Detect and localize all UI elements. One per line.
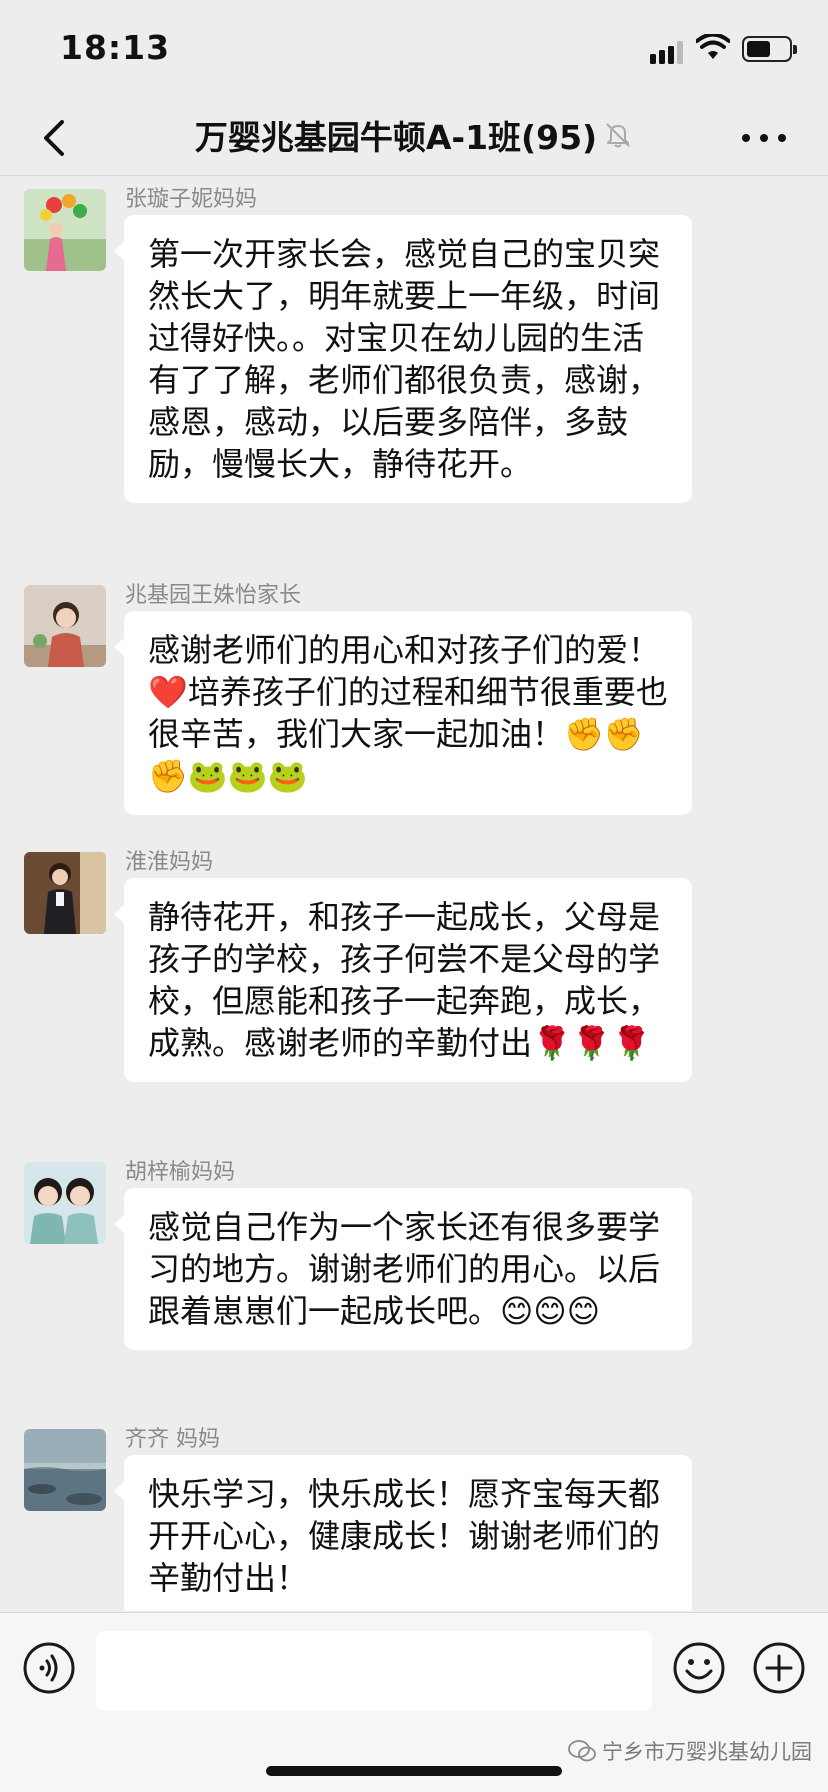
- avatar-photo-woman[interactable]: [24, 585, 106, 667]
- wifi-icon: [696, 34, 730, 59]
- message-list[interactable]: 张璇子妮妈妈 第一次开家长会，感觉自己的宝贝突然长大了，明年就要上一年级，时间过…: [0, 177, 828, 1611]
- avatar-photo-mother-daughter[interactable]: [24, 1162, 106, 1244]
- more-dots-icon[interactable]: [742, 118, 786, 158]
- message-bubble[interactable]: 感谢老师们的用心和对孩子们的爱！❤️培养孩子们的过程和细节很重要也很辛苦，我们大…: [114, 611, 692, 815]
- sender-name: 兆基园王姝怡家长: [125, 583, 302, 608]
- message-input[interactable]: [96, 1631, 652, 1711]
- home-indicator[interactable]: [266, 1766, 562, 1776]
- sender-name: 张璇子妮妈妈: [125, 187, 258, 212]
- chat-header: 万婴兆基园牛顿A-1班(95): [0, 100, 828, 176]
- battery-icon: [742, 36, 797, 62]
- chat-title-group: 万婴兆基园牛顿A-1班(95): [130, 110, 698, 160]
- voice-icon[interactable]: [22, 1641, 76, 1695]
- message-bubble[interactable]: 快乐学习，快乐成长！愿齐宝每天都开开心心，健康成长！谢谢老师们的辛勤付出！: [114, 1455, 692, 1611]
- back-arrow-icon[interactable]: [36, 114, 76, 162]
- cellular-signal-icon: [650, 41, 683, 64]
- sender-name: 齐齐 妈妈: [125, 1427, 220, 1452]
- avatar-photo-boy[interactable]: [24, 852, 106, 934]
- avatar-photo-seascape[interactable]: [24, 1429, 106, 1511]
- message-bubble[interactable]: 感觉自己作为一个家长还有很多要学习的地方。谢谢老师们的用心。以后跟着崽崽们一起成…: [114, 1188, 692, 1350]
- message-bubble[interactable]: 第一次开家长会，感觉自己的宝贝突然长大了，明年就要上一年级，时间过得好快。。对宝…: [114, 215, 692, 503]
- battery-level-fill: [747, 41, 770, 57]
- watermark-text: 宁乡市万婴兆基幼儿园: [602, 1740, 812, 1764]
- mute-bell-icon: [606, 123, 630, 148]
- message-bubble[interactable]: 静待花开，和孩子一起成长，父母是孩子的学校，孩子何尝不是父母的学校，但愿能和孩子…: [114, 878, 692, 1082]
- sender-name: 胡梓榆妈妈: [125, 1160, 236, 1185]
- watermark: 宁乡市万婴兆基幼儿园: [568, 1736, 812, 1766]
- avatar-photo-balloons[interactable]: [24, 189, 106, 271]
- chat-title: 万婴兆基园牛顿A-1班(95): [194, 118, 598, 157]
- sender-name: 淮淮妈妈: [125, 850, 214, 875]
- emoji-icon[interactable]: [672, 1641, 726, 1695]
- status-bar: 18:13: [0, 0, 828, 100]
- status-time: 18:13: [60, 28, 171, 67]
- wechat-official-account-icon: [568, 1740, 596, 1762]
- plus-icon[interactable]: [752, 1641, 806, 1695]
